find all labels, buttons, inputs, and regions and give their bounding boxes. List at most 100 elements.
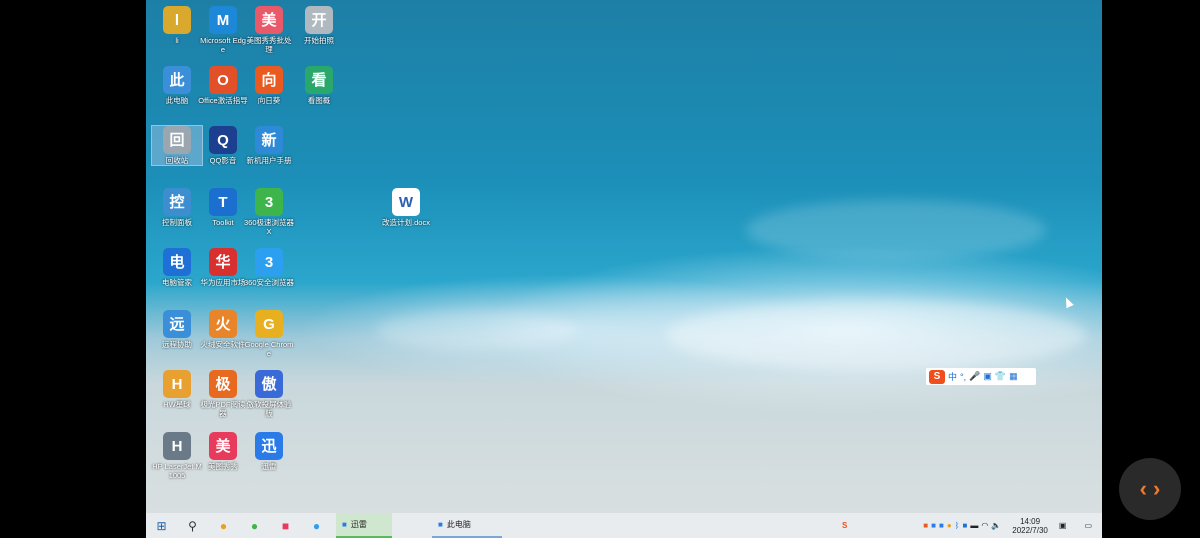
desktop-icon-label: 美图秀秀 (208, 462, 238, 471)
manual-icon: 新 (255, 126, 283, 154)
taskbar-task-label: 迅雷 (350, 520, 367, 529)
input-indicator-icon[interactable]: ▣ (1059, 521, 1067, 530)
desktop-icon-chrome[interactable]: G Google Chrome (244, 310, 294, 358)
desktop-icon-camera[interactable]: 开开始拍照 (294, 6, 344, 45)
desktop-icon-meitu[interactable]: 美美图秀秀 (198, 432, 248, 471)
desktop-icon-label: 360极速浏览器X (244, 218, 295, 236)
printer-icon: H (163, 432, 191, 460)
toolbox-icon[interactable]: ▦ (1009, 371, 1018, 382)
desktop-icon-edge[interactable]: M Microsoft Edge (198, 6, 248, 54)
taskbar-chrome[interactable]: ● (208, 513, 239, 538)
desktop-icon-label: 控制面板 (162, 218, 192, 227)
clock[interactable]: 14:09 2022/7/30 (1012, 517, 1048, 535)
desktop-icon-360-safe-browser[interactable]: 3 360安全浏览器 (244, 248, 294, 287)
action-center-icon[interactable]: ▭ (1084, 521, 1092, 530)
hw-planet-icon: H (163, 370, 191, 398)
user-folder-icon: l (163, 6, 191, 34)
volume-icon[interactable]: 🔈 (991, 521, 1001, 530)
mic-icon[interactable]: 🎤 (969, 371, 980, 382)
skin-icon[interactable]: 👕 (995, 371, 1006, 382)
clock-time: 14:09 (1020, 516, 1041, 526)
image-viewer-icon: 看 (305, 66, 333, 94)
desktop-icon-label: 开始拍照 (304, 36, 334, 45)
desktop-icon-label: 向日葵 (257, 96, 281, 105)
taskbar-360-browser[interactable]: ● (239, 513, 270, 538)
desktop-icon-control-panel[interactable]: 控控制面板 (152, 188, 202, 227)
desktop-icon-user-folder[interactable]: l li (152, 6, 202, 45)
sunflower-icon: 向 (255, 66, 283, 94)
desktop-icon-pdf[interactable]: 极极光PDF阅读器 (198, 370, 248, 418)
taskbar-360-safe[interactable]: ● (301, 513, 332, 538)
chrome-icon: G (255, 310, 283, 338)
taskbar: ⊞ ⚲ ● ● ■ ● ■ 迅雷 ■ 此电脑 S ■ ■ ■ ● ᛒ ■ ▬ ◠ 🔈 14:09… (146, 513, 1102, 538)
desktop-icon-toolkit[interactable]: T Toolkit (198, 188, 248, 227)
tray-app-icon-1[interactable]: ■ (923, 521, 928, 530)
desktop-icon-label: 美图秀秀批处理 (246, 36, 292, 54)
sogou-tray-icon[interactable]: S (842, 521, 847, 530)
desktop-icon-thunder[interactable]: 迅迅雷 (244, 432, 294, 471)
desktop-icon-label: 极光PDF阅读器 (200, 400, 246, 418)
desktop-icon-huorong[interactable]: 火火绒安全软件 (198, 310, 248, 349)
code-toggle-button[interactable]: ‹ › (1119, 458, 1181, 520)
desktop-icon-recycle-bin[interactable]: 回回收站 (151, 125, 203, 166)
desktop[interactable]: l li M Microsoft Edge 美美图秀秀批处理开开始拍照此此电脑 O Offi… (146, 0, 1102, 513)
ime-punct-toggle[interactable]: °, (960, 372, 966, 382)
bluetooth-icon[interactable]: ᛒ (955, 521, 960, 530)
tray-app-icon-4[interactable]: ● (947, 521, 952, 530)
clock-date: 2022/7/30 (1012, 525, 1048, 535)
desktop-icon-label: 回收站 (165, 156, 189, 165)
this-pc-icon: ■ (438, 520, 443, 529)
desktop-icon-qq-player[interactable]: Q QQ影音 (198, 126, 248, 165)
360-safe-browser-icon: 3 (255, 248, 283, 276)
search-button[interactable]: ⚲ (177, 513, 208, 538)
ime-mode-toggle[interactable]: 中 (948, 370, 957, 383)
desktop-icon-pc-manager[interactable]: 电电脑管家 (152, 248, 202, 287)
desktop-icon-image-viewer[interactable]: 看看图概 (294, 66, 344, 105)
battery-icon[interactable]: ▬ (970, 521, 978, 530)
wifi-icon[interactable]: ◠ (981, 521, 988, 530)
ime-toolbar[interactable]: S 中 °, 🎤 ▣ 👕 ▦ (926, 368, 1036, 385)
desktop-icon-label: 华为应用市场 (200, 278, 246, 287)
remote-assist-icon: 远 (163, 310, 191, 338)
desktop-icon-printer[interactable]: H HP LaserJet M1005 (152, 432, 202, 480)
taskbar-meitu[interactable]: ■ (270, 513, 301, 538)
screen-cast-icon: 傲 (255, 370, 283, 398)
screen: l li M Microsoft Edge 美美图秀秀批处理开开始拍照此此电脑 O Offi… (146, 0, 1102, 538)
taskbar-task-thunder[interactable]: ■ 迅雷 (336, 513, 392, 538)
desktop-icon-remote-assist[interactable]: 远远程协助 (152, 310, 202, 349)
desktop-icon-label: 此电脑 (165, 96, 189, 105)
edge-icon: M (209, 6, 237, 34)
desktop-icon-label: Office激活指导 (198, 96, 248, 105)
desktop-icon-huawei-appgallery[interactable]: 华华为应用市场 (198, 248, 248, 287)
desktop-icon-label: Microsoft Edge (200, 36, 246, 54)
start-button[interactable]: ⊞ (146, 513, 177, 538)
taskbar-pinned: ⊞ ⚲ ● ● ■ ● (146, 513, 332, 538)
taskbar-task-this-pc[interactable]: ■ 此电脑 (432, 513, 502, 538)
tray-app-icon-5[interactable]: ■ (962, 521, 967, 530)
camera-icon: 开 (305, 6, 333, 34)
desktop-icon-label: 新机用户手册 (246, 156, 292, 165)
360-browser-icon: 3 (255, 188, 283, 216)
tray-app-icon-2[interactable]: ■ (931, 521, 936, 530)
desktop-file-docx[interactable]: W 改造计划.docx (381, 188, 431, 227)
qq-player-icon: Q (209, 126, 237, 154)
desktop-icon-label: Google Chrome (244, 340, 294, 358)
pc-manager-icon: 电 (163, 248, 191, 276)
sogou-logo-icon[interactable]: S (929, 369, 945, 384)
desktop-icon-label: 远程协助 (162, 340, 192, 349)
desktop-icon-meitu-batch[interactable]: 美美图秀秀批处理 (244, 6, 294, 54)
desktop-icon-sunflower[interactable]: 向向日葵 (244, 66, 294, 105)
desktop-icon-screen-cast[interactable]: 傲傲软投屏体验版 (244, 370, 294, 418)
desktop-icon-360-browser[interactable]: 3 360极速浏览器X (244, 188, 294, 236)
desktop-icon-label: 傲软投屏体验版 (246, 400, 292, 418)
meitu-batch-icon: 美 (255, 6, 283, 34)
keyboard-icon[interactable]: ▣ (983, 371, 992, 382)
desktop-icon-this-pc[interactable]: 此此电脑 (152, 66, 202, 105)
desktop-icon-hw-planet[interactable]: H HW星球 (152, 370, 202, 409)
desktop-icon-label: Toolkit (212, 218, 234, 227)
control-panel-icon: 控 (163, 188, 191, 216)
desktop-icon-label: 迅雷 (261, 462, 277, 471)
desktop-icon-office[interactable]: O Office激活指导 (198, 66, 248, 105)
tray-app-icon-3[interactable]: ■ (939, 521, 944, 530)
desktop-icon-manual[interactable]: 新新机用户手册 (244, 126, 294, 165)
